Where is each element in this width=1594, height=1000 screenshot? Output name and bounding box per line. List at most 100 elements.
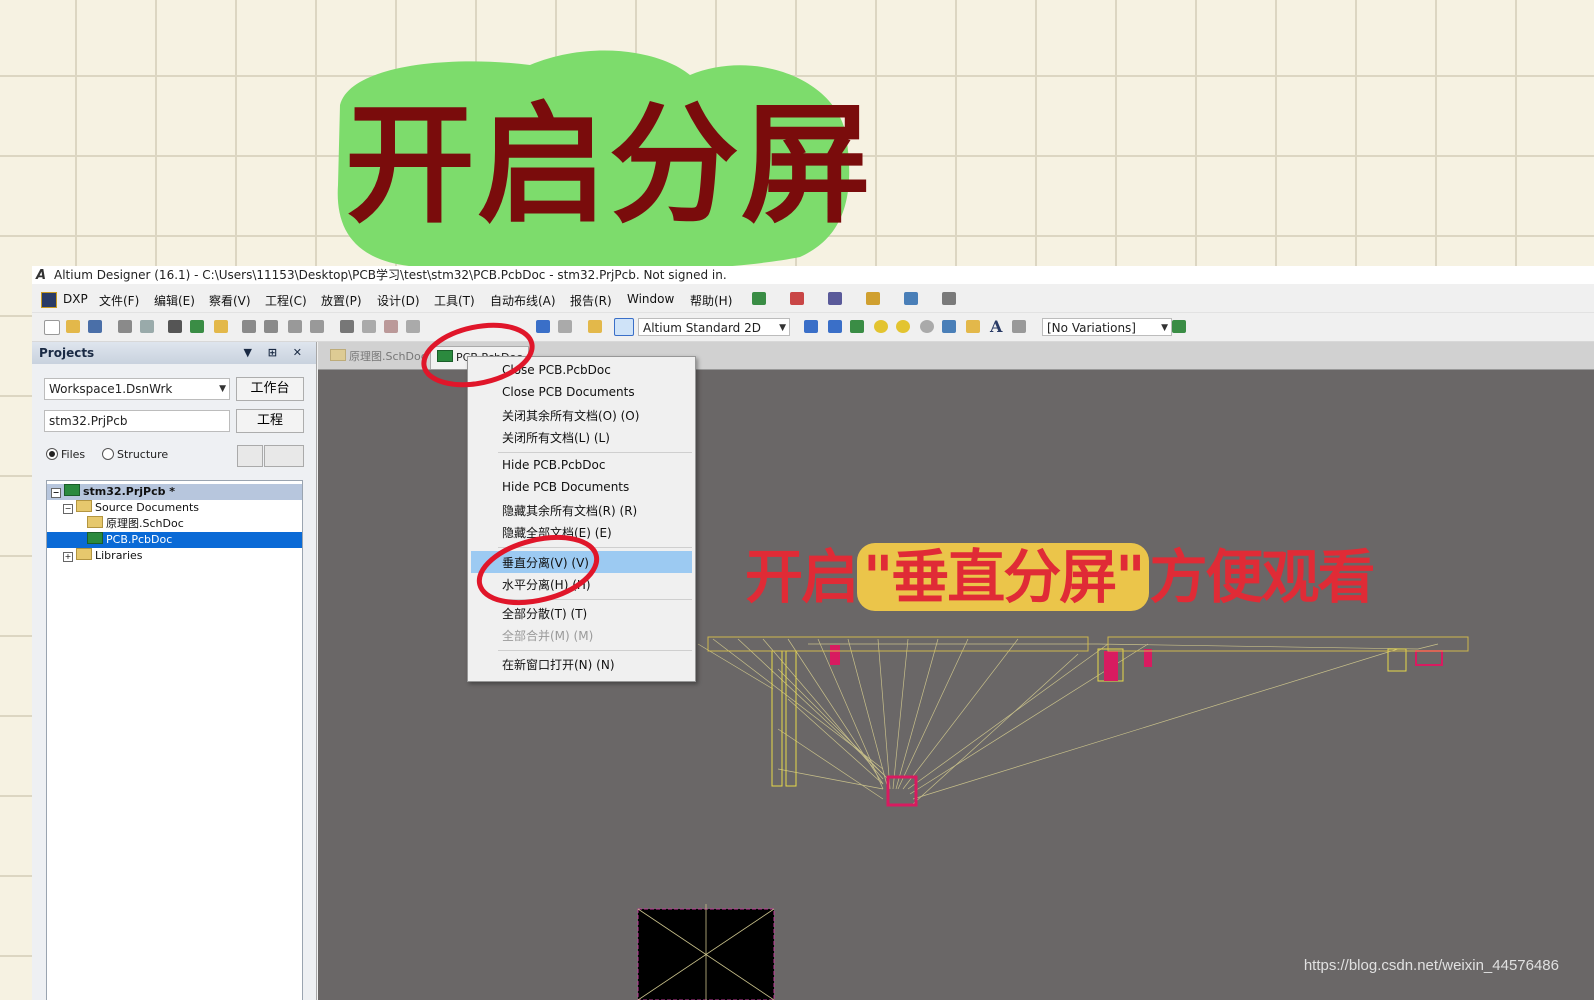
watermark-url: https://blog.csdn.net/weixin_44576486 xyxy=(1303,957,1559,974)
menu-file[interactable]: 文件(F) xyxy=(99,292,139,309)
select-icon[interactable] xyxy=(310,320,324,333)
save-icon[interactable] xyxy=(88,320,102,333)
chevron-down-icon: ▼ xyxy=(1161,323,1168,333)
menu-window[interactable]: Window xyxy=(627,292,674,306)
schematic-icon xyxy=(330,349,346,361)
chart-icon[interactable] xyxy=(752,292,766,305)
menu-separator xyxy=(498,650,692,651)
menu-autoroute[interactable]: 自动布线(A) xyxy=(490,292,556,309)
chevron-down-icon: ▼ xyxy=(219,384,226,394)
panel-title: Projects xyxy=(39,346,95,360)
variations-select[interactable]: [No Variations] ▼ xyxy=(1042,318,1172,336)
project-value: stm32.PrjPcb xyxy=(49,414,128,428)
folder-icon xyxy=(76,500,92,512)
project-icon xyxy=(64,484,80,496)
tree-sch-doc[interactable]: 原理图.SchDoc xyxy=(47,516,302,532)
tree-project-label: stm32.PrjPcb * xyxy=(83,485,176,498)
menu-dxp[interactable]: DXP xyxy=(63,292,88,306)
altium-logo-icon: A xyxy=(36,268,47,283)
dxp-icon xyxy=(41,292,57,308)
schematic-icon xyxy=(87,516,103,528)
project-field[interactable]: stm32.PrjPcb xyxy=(44,410,230,432)
pcb-board-icon[interactable] xyxy=(1172,320,1186,333)
polygon-icon[interactable] xyxy=(966,320,980,333)
layers-icon[interactable] xyxy=(168,320,182,333)
collapse-icon[interactable]: − xyxy=(51,488,61,498)
print-preview-icon[interactable] xyxy=(140,320,154,333)
align-icon[interactable] xyxy=(790,292,804,305)
tree-pcb-doc[interactable]: PCB.PcbDoc xyxy=(47,532,302,548)
tree-sch-label: 原理图.SchDoc xyxy=(106,517,184,530)
menu-open-new-window[interactable]: 在新窗口打开(N) (N) xyxy=(502,656,615,673)
files-radio-label: Files xyxy=(61,448,86,461)
folder-icon xyxy=(76,548,92,560)
menu-bar: DXP 文件(F) 编辑(E) 察看(V) 工程(C) 放置(P) 设计(D) … xyxy=(32,286,1594,313)
red-circle-annotations xyxy=(421,322,600,606)
via-icon[interactable] xyxy=(896,320,910,333)
project-tree: − stm32.PrjPcb * − Source Documents 原理图.Sc… xyxy=(46,480,303,1000)
compile-icon[interactable] xyxy=(237,445,263,467)
structure-radio[interactable]: Structure xyxy=(102,448,168,461)
copy-icon[interactable] xyxy=(362,320,376,333)
radio-icon xyxy=(102,448,114,460)
text-icon[interactable]: A xyxy=(990,317,1002,336)
menu-help[interactable]: 帮助(H) xyxy=(690,292,732,309)
panel-controls[interactable]: ▼ ⊞ ✕ xyxy=(243,342,308,364)
binoculars-icon[interactable] xyxy=(828,292,842,305)
interactive-route-icon[interactable] xyxy=(828,320,842,333)
standard-toolbar: Altium Standard 2D ▼ A [No Variations] ▼ xyxy=(32,313,1594,342)
fill-icon[interactable] xyxy=(942,320,956,333)
tree-libraries[interactable]: + Libraries xyxy=(47,548,302,564)
diff-pair-icon[interactable] xyxy=(850,320,864,333)
board-icon[interactable] xyxy=(190,320,204,333)
expand-icon[interactable]: + xyxy=(63,552,73,562)
tree-source-docs[interactable]: − Source Documents xyxy=(47,500,302,516)
print-icon[interactable] xyxy=(118,320,132,333)
pad-icon[interactable] xyxy=(874,320,888,333)
menu-reports[interactable]: 报告(R) xyxy=(570,292,612,309)
window-title: Altium Designer (16.1) - C:\Users\11153\… xyxy=(54,268,727,282)
open-folder-icon[interactable] xyxy=(66,320,80,333)
altium-window: A Altium Designer (16.1) - C:\Users\1115… xyxy=(32,266,1594,1000)
menu-project[interactable]: 工程(C) xyxy=(265,292,307,309)
tree-source-docs-label: Source Documents xyxy=(95,501,199,514)
new-file-icon[interactable] xyxy=(44,320,60,335)
zoom-fit-icon[interactable] xyxy=(242,320,256,333)
menu-edit[interactable]: 编辑(E) xyxy=(154,292,195,309)
structure-radio-label: Structure xyxy=(117,448,169,461)
menu-merge-all: 全部合并(M) (M) xyxy=(502,629,594,643)
project-button[interactable]: 工程 xyxy=(236,409,304,433)
headline-text: 开启分屏 xyxy=(345,88,874,241)
variations-value: [No Variations] xyxy=(1047,321,1136,335)
menu-tools[interactable]: 工具(T) xyxy=(434,292,475,309)
arrange-icon[interactable] xyxy=(866,292,880,305)
files-radio[interactable]: Files xyxy=(46,448,85,461)
tree-project[interactable]: − stm32.PrjPcb * xyxy=(47,484,302,500)
annotation-note: 开启 "垂直分屏" 方便观看 xyxy=(745,530,1375,614)
route-icon[interactable] xyxy=(804,320,818,333)
workspace-select[interactable]: Workspace1.DsnWrk ▼ xyxy=(44,378,230,400)
grid-icon[interactable] xyxy=(942,292,956,305)
zoom-icon[interactable] xyxy=(288,320,302,333)
zoom-area-icon[interactable] xyxy=(264,320,278,333)
menu-design[interactable]: 设计(D) xyxy=(377,292,420,309)
menu-view[interactable]: 察看(V) xyxy=(209,292,251,309)
export-icon[interactable] xyxy=(264,445,304,467)
chevron-down-icon: ▼ xyxy=(779,323,786,333)
room-icon[interactable] xyxy=(904,292,918,305)
annotation-highlight: "垂直分屏" xyxy=(857,543,1150,611)
annotation-suffix: 方便观看 xyxy=(1149,543,1375,611)
menu-place[interactable]: 放置(P) xyxy=(321,292,362,309)
view-mode-select[interactable]: Altium Standard 2D ▼ xyxy=(638,318,790,336)
component-icon[interactable] xyxy=(1012,320,1026,333)
inspector-icon[interactable] xyxy=(614,318,634,336)
view-mode-value: Altium Standard 2D xyxy=(643,321,761,335)
projects-panel: Projects ▼ ⊞ ✕ Workspace1.DsnWrk ▼ 工作台 s… xyxy=(32,342,317,1000)
pcb-icon xyxy=(87,532,103,544)
collapse-icon[interactable]: − xyxy=(63,504,73,514)
arc-icon[interactable] xyxy=(920,320,934,333)
cut-icon[interactable] xyxy=(340,320,354,333)
paste-icon[interactable] xyxy=(384,320,398,333)
workspace-button[interactable]: 工作台 xyxy=(236,377,304,401)
folder-icon[interactable] xyxy=(214,320,228,333)
